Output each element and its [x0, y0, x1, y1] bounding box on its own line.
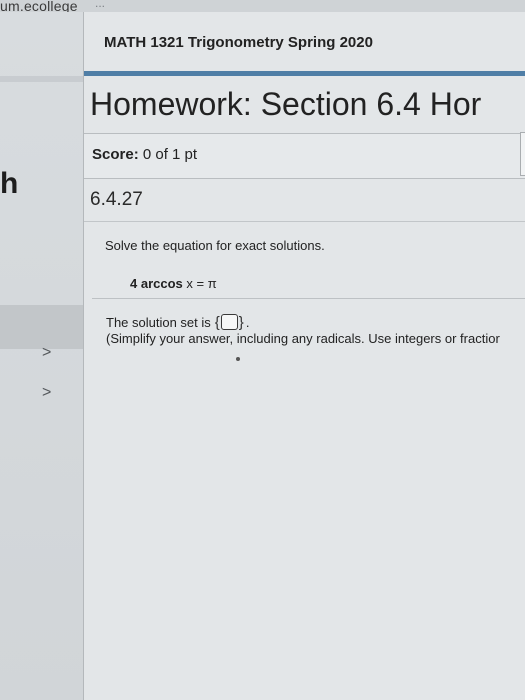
question-number: 6.4.27	[90, 189, 143, 210]
browser-top-bar: um.ecollege ...	[0, 0, 525, 14]
question-instruction: Solve the equation for exact solutions.	[105, 238, 325, 253]
answer-input[interactable]	[220, 314, 238, 330]
brace-open: {	[214, 313, 220, 331]
header-divider	[84, 71, 525, 76]
mouse-cursor-dot	[236, 357, 240, 361]
score-side-panel[interactable]	[520, 132, 525, 176]
sidebar-selected-item[interactable]	[0, 305, 83, 349]
equation-function: 4 arccos	[130, 276, 183, 291]
score-bar: Score: 0 of 1 pt	[84, 132, 525, 179]
homework-title: Homework: Section 6.4 Hor	[90, 86, 482, 122]
answer-period: .	[245, 314, 250, 330]
question-header: 6.4.27	[84, 180, 525, 222]
score-label: Score:	[92, 146, 139, 163]
url-faded-text: ...	[95, 0, 106, 10]
left-sidebar: h > >	[0, 12, 83, 700]
sidebar-divider	[0, 76, 83, 82]
answer-prefix: The solution set is	[106, 314, 211, 330]
chevron-right-icon[interactable]: >	[42, 384, 51, 402]
question-divider	[92, 298, 525, 299]
equation-rest: x = π	[186, 276, 217, 291]
answer-line: The solution set is { } .	[106, 314, 249, 330]
brace-close: }	[238, 313, 244, 331]
course-title: MATH 1321 Trigonometry Spring 2020	[104, 34, 373, 51]
score-value: 0 of 1 pt	[142, 146, 198, 163]
score-display: Score: 0 of 1 pt	[92, 146, 197, 163]
chevron-right-icon[interactable]: >	[42, 344, 51, 362]
sidebar-heading-fragment: h	[0, 167, 19, 200]
answer-hint: (Simplify your answer, including any rad…	[106, 331, 500, 346]
main-panel: MATH 1321 Trigonometry Spring 2020 Homew…	[83, 12, 525, 700]
question-equation: 4 arccos x = π	[130, 276, 217, 291]
